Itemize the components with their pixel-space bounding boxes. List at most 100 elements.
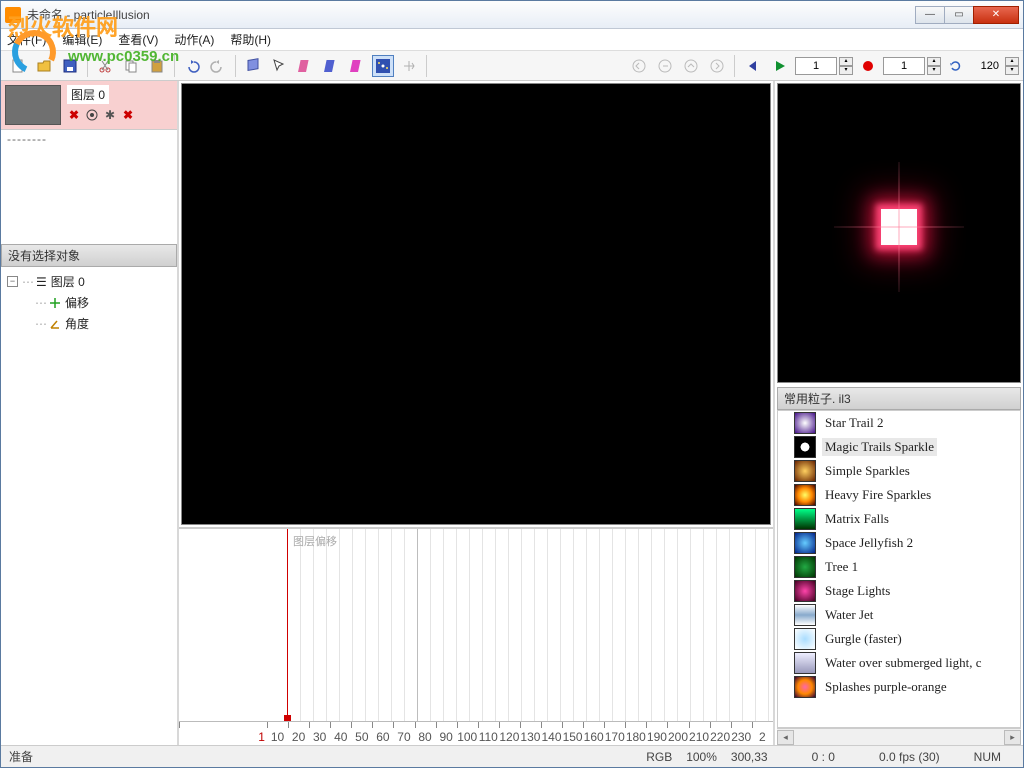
menubar: 文件(F) 编辑(E) 查看(V) 动作(A) 帮助(H) [1, 29, 1023, 51]
playhead[interactable] [287, 529, 288, 721]
library-item[interactable]: Splashes purple-orange [778, 675, 1020, 699]
frame-start-stepper[interactable]: ▴▾ [839, 57, 853, 75]
close-button[interactable]: ✕ [973, 6, 1019, 24]
toolbar: ▴▾ ▴▾ 120 ▴▾ [1, 51, 1023, 81]
library-item[interactable]: Star Trail 2 [778, 411, 1020, 435]
scroll-right-icon[interactable]: ▸ [1004, 730, 1021, 745]
library-item[interactable]: Matrix Falls [778, 507, 1020, 531]
paste-button[interactable] [146, 55, 168, 77]
library-item[interactable]: Simple Sparkles [778, 459, 1020, 483]
frame-total-stepper[interactable]: ▴▾ [1005, 57, 1019, 75]
timeline-label: 图层偏移 [293, 533, 337, 549]
library-item[interactable]: Water over submerged light, c [778, 651, 1020, 675]
new-button[interactable] [7, 55, 29, 77]
undo-button[interactable] [181, 55, 203, 77]
library-thumb-icon [794, 604, 816, 626]
frame-end-input[interactable] [883, 57, 925, 75]
library-item[interactable]: Magic Trails Sparkle [778, 435, 1020, 459]
status-zoom: 100% [686, 750, 717, 764]
tree-angle[interactable]: ⋯角度 [7, 313, 171, 334]
library-item-label: Water Jet [822, 606, 876, 624]
loop-button[interactable] [945, 55, 967, 77]
particle-library[interactable]: Star Trail 2Magic Trails Sparkle Simple S… [777, 410, 1021, 728]
library-item[interactable]: Space Jellyfish 2 [778, 531, 1020, 555]
record-button[interactable] [857, 55, 879, 77]
layer-gear-icon[interactable]: ✱ [103, 108, 117, 122]
layer-divider: -------- [1, 130, 177, 148]
emitter-magenta-tool[interactable] [346, 55, 368, 77]
emitter-blue-tool[interactable] [320, 55, 342, 77]
frame-start-input[interactable] [795, 57, 837, 75]
library-thumb-icon [794, 436, 816, 458]
redo-button[interactable] [207, 55, 229, 77]
layer-panel[interactable]: 图层 0 ✖ ✱ ✖ [1, 81, 177, 130]
library-item[interactable]: Stage Lights [778, 579, 1020, 603]
preview-canvas[interactable] [777, 83, 1021, 383]
tree-offset[interactable]: ⋯偏移 [7, 292, 171, 313]
status-num: NUM [974, 750, 1001, 764]
library-item[interactable]: Gurgle (faster) [778, 627, 1020, 651]
titlebar: 未命名 - particleIllusion — ▭ ✕ [1, 1, 1023, 29]
timeline-ruler[interactable]: 1102030405060708090100110120130140150160… [179, 721, 773, 745]
force-tool[interactable] [398, 55, 420, 77]
library-item-label: Heavy Fire Sparkles [822, 486, 934, 504]
layer-tool[interactable] [242, 55, 264, 77]
frame-total: 120 [971, 60, 1003, 72]
library-thumb-icon [794, 508, 816, 530]
library-item-label: Gurgle (faster) [822, 630, 905, 648]
particle-tool[interactable] [372, 55, 394, 77]
statusbar: 准备 RGB 100% 300,33 0 : 0 0.0 fps (30) NU… [1, 745, 1023, 767]
menu-help[interactable]: 帮助(H) [230, 31, 271, 48]
frame-end-stepper[interactable]: ▴▾ [927, 57, 941, 75]
library-thumb-icon [794, 580, 816, 602]
play-button[interactable] [769, 55, 791, 77]
library-item-label: Stage Lights [822, 582, 893, 600]
library-thumb-icon [794, 412, 816, 434]
library-thumb-icon [794, 676, 816, 698]
menu-edit[interactable]: 编辑(E) [62, 31, 102, 48]
app-icon [5, 7, 21, 23]
copy-button[interactable] [120, 55, 142, 77]
maximize-button[interactable]: ▭ [944, 6, 974, 24]
layer-target-icon[interactable] [85, 108, 99, 122]
goto-start-button[interactable] [741, 55, 763, 77]
status-coords: 300,33 [731, 750, 768, 764]
stage-canvas[interactable] [181, 83, 771, 525]
nav-up-button[interactable] [680, 55, 702, 77]
menu-file[interactable]: 文件(F) [7, 31, 46, 48]
minimize-button[interactable]: — [915, 6, 945, 24]
tree-root[interactable]: −⋯☰图层 0 [7, 271, 171, 292]
menu-view[interactable]: 查看(V) [118, 31, 158, 48]
layer-thumbnail[interactable] [5, 85, 61, 125]
layer-delete-icon[interactable]: ✖ [67, 108, 81, 122]
select-tool[interactable] [268, 55, 290, 77]
layer-delete2-icon[interactable]: ✖ [121, 108, 135, 122]
library-item[interactable]: Water Jet [778, 603, 1020, 627]
layer-name[interactable]: 图层 0 [67, 85, 109, 104]
cut-button[interactable] [94, 55, 116, 77]
library-item-label: Space Jellyfish 2 [822, 534, 916, 552]
library-item-label: Water over submerged light, c [822, 654, 984, 672]
library-hscroll[interactable]: ◂ ▸ [777, 728, 1021, 745]
library-thumb-icon [794, 556, 816, 578]
status-ratio: 0 : 0 [812, 750, 835, 764]
emitter-pink-tool[interactable] [294, 55, 316, 77]
open-button[interactable] [33, 55, 55, 77]
nav-next-button[interactable] [706, 55, 728, 77]
status-fps: 0.0 fps (30) [879, 750, 940, 764]
save-button[interactable] [59, 55, 81, 77]
timeline[interactable]: 图层偏移 11020304050607080901001101201301401… [179, 527, 773, 745]
scroll-left-icon[interactable]: ◂ [777, 730, 794, 745]
library-item-label: Simple Sparkles [822, 462, 913, 480]
selection-header: 没有选择对象 [1, 244, 177, 267]
nav-prev-button[interactable] [654, 55, 676, 77]
menu-action[interactable]: 动作(A) [174, 31, 214, 48]
nav-first-button[interactable] [628, 55, 650, 77]
library-item-label: Splashes purple-orange [822, 678, 950, 696]
library-item[interactable]: Heavy Fire Sparkles [778, 483, 1020, 507]
status-ready: 准备 [9, 748, 33, 765]
window-title: 未命名 - particleIllusion [27, 6, 916, 23]
library-item-label: Matrix Falls [822, 510, 892, 528]
library-item[interactable]: Tree 1 [778, 555, 1020, 579]
status-mode: RGB [646, 750, 672, 764]
